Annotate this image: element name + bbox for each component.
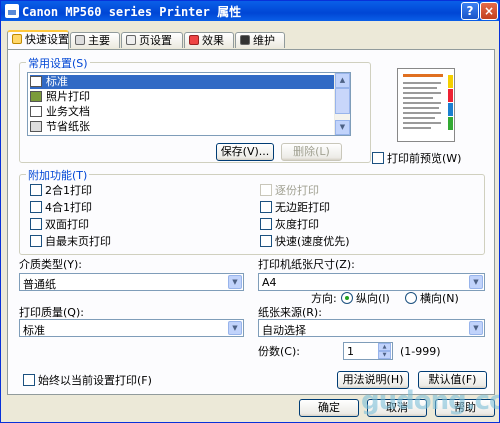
paper-size-value: A4 bbox=[262, 276, 277, 289]
list-item[interactable]: 标准 bbox=[30, 75, 335, 89]
tab-effects[interactable]: 效果 bbox=[184, 32, 234, 48]
scroll-up-arrow-icon[interactable]: ▲ bbox=[335, 73, 350, 88]
photo-icon bbox=[30, 91, 42, 102]
tab-main[interactable]: 主要 bbox=[70, 32, 120, 48]
checkbox-grayscale[interactable]: 灰度打印 bbox=[260, 218, 319, 232]
title-close-button[interactable]: × bbox=[480, 2, 498, 20]
list-item[interactable]: 照片打印 bbox=[30, 90, 90, 104]
scroll-down-arrow-icon[interactable]: ▼ bbox=[335, 120, 350, 135]
page-setup-icon bbox=[126, 35, 136, 45]
common-settings-list[interactable]: 标准 照片打印 业务文档 节省纸张 ▲ ▼ bbox=[27, 72, 351, 136]
watermark-text: gudong.com bbox=[361, 386, 499, 416]
printer-icon bbox=[5, 4, 19, 18]
tab-page-setup[interactable]: 页设置 bbox=[121, 32, 183, 48]
chevron-down-icon[interactable]: ▼ bbox=[469, 321, 483, 335]
common-settings-title: 常用设置(S) bbox=[26, 55, 90, 71]
quick-setup-panel: 常用设置(S) 标准 照片打印 业务文档 节省纸张 ▲ ▼ 保存(V)... 删… bbox=[7, 49, 495, 395]
additional-features-group: 附加功能(T) 2合1打印 4合1打印 双面打印 自最末页打印 逐份打印 无边距… bbox=[19, 167, 485, 255]
tab-label: 快速设置 bbox=[25, 33, 69, 46]
checkbox-box[interactable] bbox=[372, 152, 384, 164]
print-quality-select[interactable]: 标准 ▼ bbox=[19, 319, 244, 337]
paper-size-select[interactable]: A4 ▼ bbox=[258, 273, 485, 291]
print-quality-value: 标准 bbox=[23, 324, 45, 337]
common-settings-group: 常用设置(S) 标准 照片打印 业务文档 节省纸张 ▲ ▼ 保存(V)... 删… bbox=[19, 55, 371, 163]
orientation-label: 方向: bbox=[311, 292, 337, 305]
chevron-down-icon[interactable]: ▼ bbox=[228, 321, 242, 335]
radio-dot[interactable] bbox=[405, 292, 417, 304]
tab-maintenance[interactable]: 维护 bbox=[235, 32, 285, 48]
additional-features-title: 附加功能(T) bbox=[26, 167, 90, 183]
paper-source-value: 自动选择 bbox=[262, 324, 306, 337]
chevron-down-icon[interactable]: ▼ bbox=[228, 275, 242, 289]
preview-before-print-checkbox[interactable]: 打印前预览(W) bbox=[372, 152, 461, 166]
tab-bar: 快速设置 主要 页设置 效果 维护 bbox=[7, 30, 495, 50]
tab-label: 维护 bbox=[253, 34, 275, 47]
page-preview-image bbox=[397, 68, 455, 142]
main-icon bbox=[75, 35, 85, 45]
window-title: Canon MP560 series Printer 属性 bbox=[22, 5, 242, 19]
radio-dot[interactable] bbox=[341, 292, 353, 304]
document-icon bbox=[30, 106, 42, 117]
maintenance-icon bbox=[240, 35, 250, 45]
quick-setup-icon bbox=[12, 34, 22, 44]
standard-icon bbox=[30, 76, 42, 87]
paper-size-label: 打印机纸张尺寸(Z): bbox=[258, 258, 355, 271]
tab-label: 页设置 bbox=[139, 34, 172, 47]
media-type-value: 普通纸 bbox=[23, 278, 56, 291]
paper-saving-icon bbox=[30, 121, 42, 132]
title-help-button[interactable]: ? bbox=[461, 2, 479, 20]
tab-label: 主要 bbox=[88, 34, 110, 47]
tab-quick-setup[interactable]: 快速设置 bbox=[7, 30, 69, 49]
copies-range: (1-999) bbox=[400, 345, 441, 358]
printer-properties-dialog: Canon MP560 series Printer 属性 ? × 快速设置 主… bbox=[0, 0, 500, 423]
media-type-select[interactable]: 普通纸 ▼ bbox=[19, 273, 244, 291]
ok-button[interactable]: 确定 bbox=[299, 399, 359, 417]
scroll-thumb[interactable] bbox=[335, 88, 350, 114]
copies-label: 份数(C): bbox=[258, 345, 300, 358]
copies-value[interactable]: 1 bbox=[347, 345, 354, 358]
always-print-current-settings-checkbox[interactable]: 始终以当前设置打印(F) bbox=[23, 374, 152, 388]
delete-button[interactable]: 删除(L) bbox=[281, 143, 342, 161]
orientation-portrait-radio[interactable]: 纵向(I) bbox=[341, 292, 390, 306]
list-item[interactable]: 业务文档 bbox=[30, 105, 90, 119]
checkbox-4in1[interactable]: 4合1打印 bbox=[30, 201, 92, 215]
orientation-landscape-radio[interactable]: 横向(N) bbox=[405, 292, 459, 306]
list-item[interactable]: 节省纸张 bbox=[30, 120, 90, 134]
effects-icon bbox=[189, 35, 199, 45]
chevron-down-icon[interactable]: ▼ bbox=[469, 275, 483, 289]
checkbox-2in1[interactable]: 2合1打印 bbox=[30, 184, 92, 198]
checkbox-duplex[interactable]: 双面打印 bbox=[30, 218, 89, 232]
checkbox-collate[interactable]: 逐份打印 bbox=[260, 184, 319, 198]
paper-source-label: 纸张来源(R): bbox=[258, 306, 322, 319]
paper-source-select[interactable]: 自动选择 ▼ bbox=[258, 319, 485, 337]
spin-down-icon[interactable]: ▼ bbox=[378, 351, 391, 359]
media-type-label: 介质类型(Y): bbox=[19, 258, 83, 271]
title-bar[interactable]: Canon MP560 series Printer 属性 ? × bbox=[1, 1, 499, 21]
list-scrollbar[interactable]: ▲ ▼ bbox=[334, 73, 350, 135]
checkbox-reverse-order[interactable]: 自最末页打印 bbox=[30, 235, 111, 249]
copies-spinner[interactable]: 1 ▲ ▼ bbox=[343, 342, 393, 360]
checkbox-fast-mode[interactable]: 快速(速度优先) bbox=[260, 235, 350, 249]
tab-label: 效果 bbox=[202, 34, 224, 47]
checkbox-borderless[interactable]: 无边距打印 bbox=[260, 201, 330, 215]
spin-up-icon[interactable]: ▲ bbox=[378, 343, 391, 351]
print-quality-label: 打印质量(Q): bbox=[19, 306, 84, 319]
save-button[interactable]: 保存(V)... bbox=[216, 143, 274, 161]
